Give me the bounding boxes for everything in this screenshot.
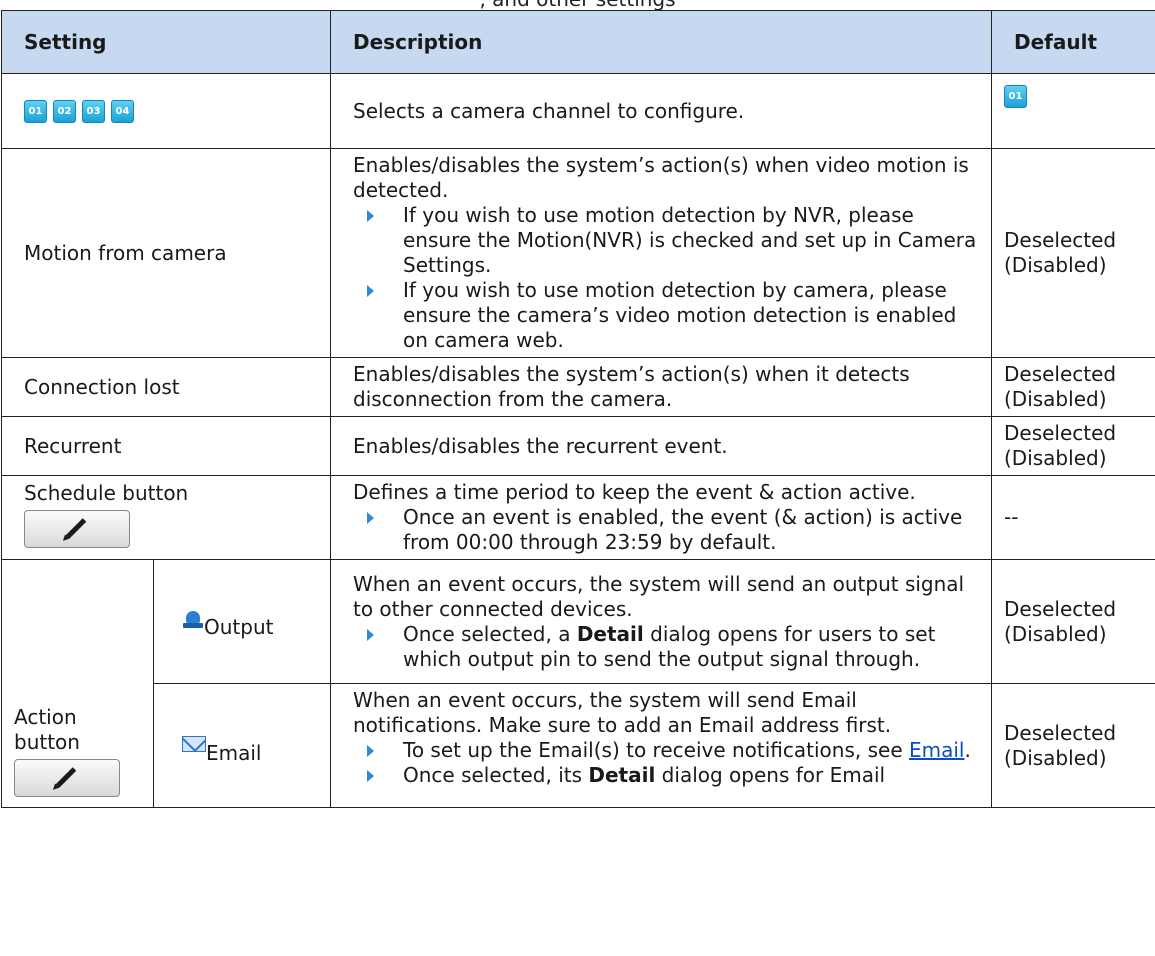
table-header-row: Setting Description Default xyxy=(1,10,1155,74)
table-row-motion: Motion from camera Enables/disables the … xyxy=(1,148,1155,358)
list-item: To set up the Email(s) to receive notifi… xyxy=(353,738,983,763)
email-link[interactable]: Email xyxy=(909,738,965,762)
connection-setting: Connection lost xyxy=(1,357,331,417)
recurrent-setting: Recurrent xyxy=(1,416,331,476)
bullet-arrow-icon xyxy=(367,745,374,757)
email-label-cell: Email xyxy=(153,683,331,808)
list-item: Once selected, its Detail dialog opens f… xyxy=(353,763,983,788)
schedule-default: -- xyxy=(991,475,1155,560)
email-default: Deselected (Disabled) xyxy=(991,683,1155,808)
schedule-setting: Schedule button xyxy=(24,481,189,505)
schedule-edit-button[interactable] xyxy=(24,510,130,548)
output-icon xyxy=(182,610,204,630)
email-label: Email xyxy=(206,741,262,765)
email-description-cell: When an event occurs, the system will se… xyxy=(330,683,992,808)
bullet-arrow-icon xyxy=(367,210,374,222)
channel-buttons-cell: 01 02 03 04 xyxy=(1,73,331,149)
header-setting: Setting xyxy=(1,10,331,74)
channel-description: Selects a camera channel to configure. xyxy=(330,73,992,149)
recurrent-description: Enables/disables the recurrent event. xyxy=(330,416,992,476)
motion-description: Enables/disables the system’s action(s) … xyxy=(353,153,969,202)
output-bullet-list: Once selected, a Detail dialog opens for… xyxy=(353,622,983,672)
channel-02-button[interactable]: 02 xyxy=(53,99,76,123)
output-default: Deselected (Disabled) xyxy=(991,559,1155,684)
motion-setting: Motion from camera xyxy=(1,148,331,358)
table-row-action-email: Email When an event occurs, the system w… xyxy=(2,683,1155,808)
bullet-arrow-icon xyxy=(367,512,374,524)
output-description-cell: When an event occurs, the system will se… xyxy=(330,559,992,684)
channel-04-button[interactable]: 04 xyxy=(111,99,134,123)
list-item: If you wish to use motion detection by c… xyxy=(353,278,983,353)
recurrent-default: Deselected (Disabled) xyxy=(991,416,1155,476)
action-setting-cell: Action button xyxy=(1,559,154,808)
table-row-connection-lost: Connection lost Enables/disables the sys… xyxy=(1,357,1155,417)
motion-default: Deselected (Disabled) xyxy=(991,148,1155,358)
bullet-arrow-icon xyxy=(367,628,374,641)
header-description: Description xyxy=(330,10,992,74)
schedule-description: Defines a time period to keep the event … xyxy=(353,480,916,504)
motion-description-cell: Enables/disables the system’s action(s) … xyxy=(330,148,992,358)
email-envelope-icon xyxy=(182,736,206,752)
list-item: If you wish to use motion detection by N… xyxy=(353,203,983,278)
channel-button-group: 01 02 03 04 xyxy=(24,99,322,123)
bullet-arrow-icon xyxy=(367,285,374,297)
connection-default: Deselected (Disabled) xyxy=(991,357,1155,417)
pencil-icon xyxy=(55,767,77,788)
channel-default-cell: 01 xyxy=(991,73,1155,149)
motion-bullet-list: If you wish to use motion detection by N… xyxy=(353,203,983,353)
list-item: Once an event is enabled, the event (& a… xyxy=(353,505,983,555)
table-row-action-output: Action button Output When an event occur… xyxy=(1,559,1155,808)
action-edit-button[interactable] xyxy=(14,759,120,797)
bullet-arrow-icon xyxy=(367,770,374,782)
header-default: Default xyxy=(991,10,1155,74)
channel-03-button[interactable]: 03 xyxy=(82,99,105,123)
connection-description: Enables/disables the system’s action(s) … xyxy=(330,357,992,417)
output-label-cell: Output xyxy=(153,559,331,684)
table-row-recurrent: Recurrent Enables/disables the recurrent… xyxy=(1,416,1155,476)
output-description: When an event occurs, the system will se… xyxy=(353,571,965,621)
email-description: When an event occurs, the system will se… xyxy=(353,688,892,737)
schedule-bullet-list: Once an event is enabled, the event (& a… xyxy=(353,505,983,555)
table-row-channel: 01 02 03 04 Selects a camera channel to … xyxy=(1,73,1155,149)
schedule-description-cell: Defines a time period to keep the event … xyxy=(330,475,992,560)
list-item: Once selected, a Detail dialog opens for… xyxy=(353,622,983,672)
pencil-icon xyxy=(65,518,87,539)
table-row-schedule: Schedule button Defines a time period to… xyxy=(1,475,1155,560)
output-label: Output xyxy=(204,615,274,639)
channel-01-button[interactable]: 01 xyxy=(24,99,47,123)
email-bullet-list: To set up the Email(s) to receive notifi… xyxy=(353,738,983,788)
channel-default-icon: 01 xyxy=(1004,85,1027,108)
settings-table: Setting Description Default 01 02 03 04 … xyxy=(1,10,1155,808)
schedule-setting-cell: Schedule button xyxy=(1,475,331,560)
